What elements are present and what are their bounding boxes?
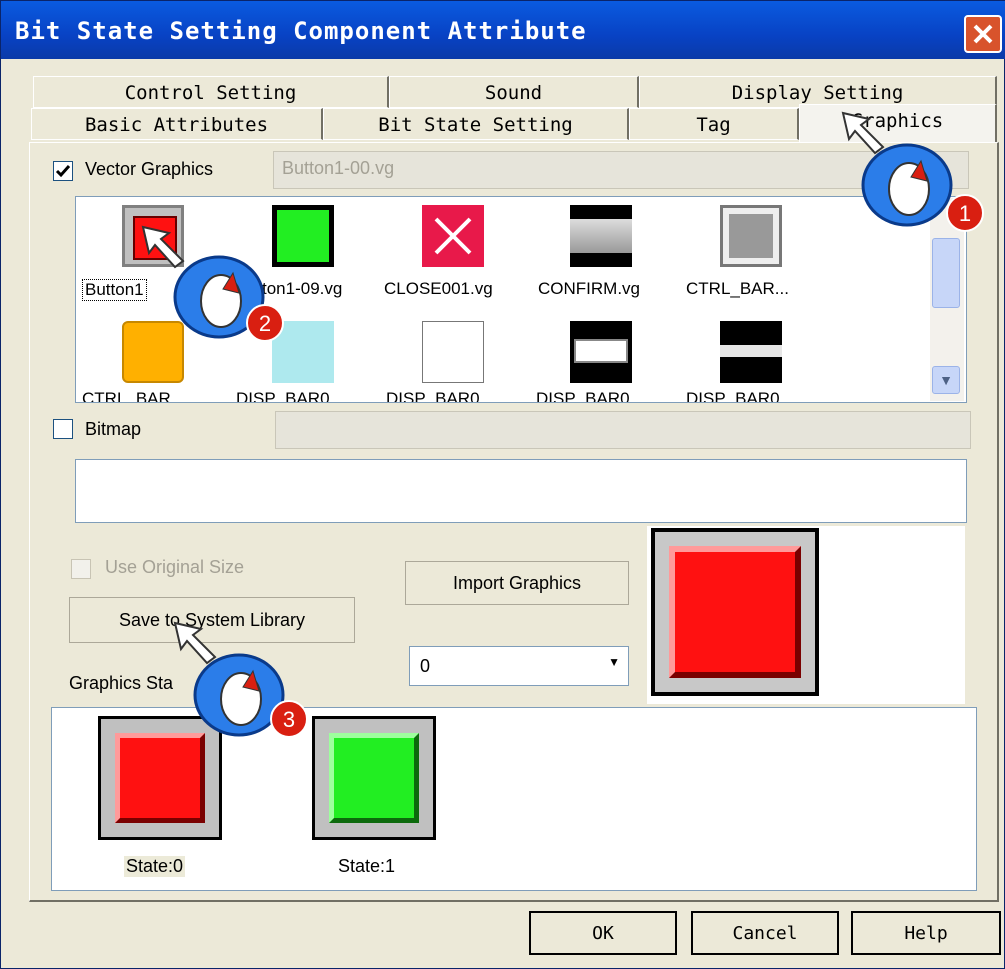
checkmark-icon <box>55 165 71 178</box>
window-title: Bit State Setting Component Attribute <box>15 17 587 45</box>
chevron-down-icon: ▼ <box>608 655 620 669</box>
close-x-icon <box>434 217 472 255</box>
gallery-label: DISP_BAR0 <box>386 389 480 403</box>
green-button-icon <box>329 733 419 823</box>
gallery-item-close001[interactable] <box>422 205 484 267</box>
preview-red-button-icon <box>669 546 801 678</box>
gallery-label: DISP_BAR0 <box>686 389 780 403</box>
dialog-window: Bit State Setting Component Attribute Co… <box>0 0 1005 969</box>
gray-square-icon <box>729 214 773 258</box>
step-2-cursor-marker: 2 <box>139 223 299 356</box>
tab-control-setting[interactable]: Control Setting <box>33 76 389 108</box>
gray-bar-icon <box>570 219 632 253</box>
white-bar-icon <box>574 339 628 363</box>
graphic-preview <box>647 526 965 704</box>
gallery-item-disp-bar-4[interactable] <box>720 321 782 383</box>
gallery-item-ctrl-bar[interactable] <box>720 205 782 267</box>
scrollbar-thumb[interactable] <box>932 238 960 308</box>
mouse-cursor-icon: 3 <box>173 621 308 738</box>
gallery-label: DISP_BAR0 <box>536 389 630 403</box>
gallery-item-confirm[interactable] <box>570 205 632 267</box>
state-1-label: State:1 <box>338 856 396 876</box>
gallery-label: CTRL_BAR <box>82 389 171 403</box>
bitmap-checkbox[interactable] <box>53 419 73 439</box>
state-0-label: State:0 <box>124 856 186 877</box>
use-original-size-label: Use Original Size <box>105 557 245 577</box>
import-graphics-button[interactable]: Import Graphics <box>405 561 629 605</box>
bitmap-path-box[interactable] <box>75 459 967 523</box>
black-bar-icon <box>720 345 782 357</box>
step-1-cursor-marker: 1 <box>839 109 999 242</box>
help-button[interactable]: Help <box>851 911 1001 955</box>
ok-button[interactable]: OK <box>529 911 677 955</box>
tab-basic-attributes[interactable]: Basic Attributes <box>31 108 323 140</box>
close-button[interactable] <box>964 15 1002 53</box>
gallery-label: CONFIRM.vg <box>538 279 640 298</box>
vector-graphics-label: Vector Graphics <box>85 159 214 179</box>
graphics-state-label: Graphics Sta <box>69 673 174 693</box>
tab-bit-state-setting[interactable]: Bit State Setting <box>323 108 629 140</box>
vector-graphics-checkbox[interactable] <box>53 161 73 181</box>
mouse-cursor-icon: 1 <box>841 111 984 232</box>
state-select-value: 0 <box>420 656 431 676</box>
gallery-item-disp-bar-3[interactable] <box>570 321 632 383</box>
tab-sound[interactable]: Sound <box>389 76 639 108</box>
gallery-label: DISP_BAR0 <box>236 389 330 403</box>
graphics-state-select[interactable]: 0 ▼ <box>409 646 629 686</box>
use-original-size-checkbox[interactable] <box>71 559 91 579</box>
marker-number: 2 <box>259 311 271 336</box>
title-bar[interactable]: Bit State Setting Component Attribute <box>1 1 1005 59</box>
step-3-cursor-marker: 3 <box>171 619 331 752</box>
gallery-item-disp-bar-2[interactable] <box>422 321 484 383</box>
marker-number: 1 <box>959 201 971 226</box>
tab-tag[interactable]: Tag <box>629 108 799 140</box>
bitmap-label: Bitmap <box>85 419 142 439</box>
mouse-cursor-icon: 2 <box>141 225 284 342</box>
white-square-icon <box>423 322 424 323</box>
marker-number: 3 <box>283 707 295 732</box>
cancel-button[interactable]: Cancel <box>691 911 839 955</box>
gallery-label: Button1 <box>82 279 147 301</box>
orange-button-icon <box>124 323 125 324</box>
scroll-down-arrow-icon[interactable]: ▼ <box>932 366 960 394</box>
gallery-label: CTRL_BAR... <box>686 279 789 298</box>
bitmap-filename-field <box>275 411 971 449</box>
close-icon <box>973 24 993 44</box>
gallery-label: CLOSE001.vg <box>384 279 493 298</box>
